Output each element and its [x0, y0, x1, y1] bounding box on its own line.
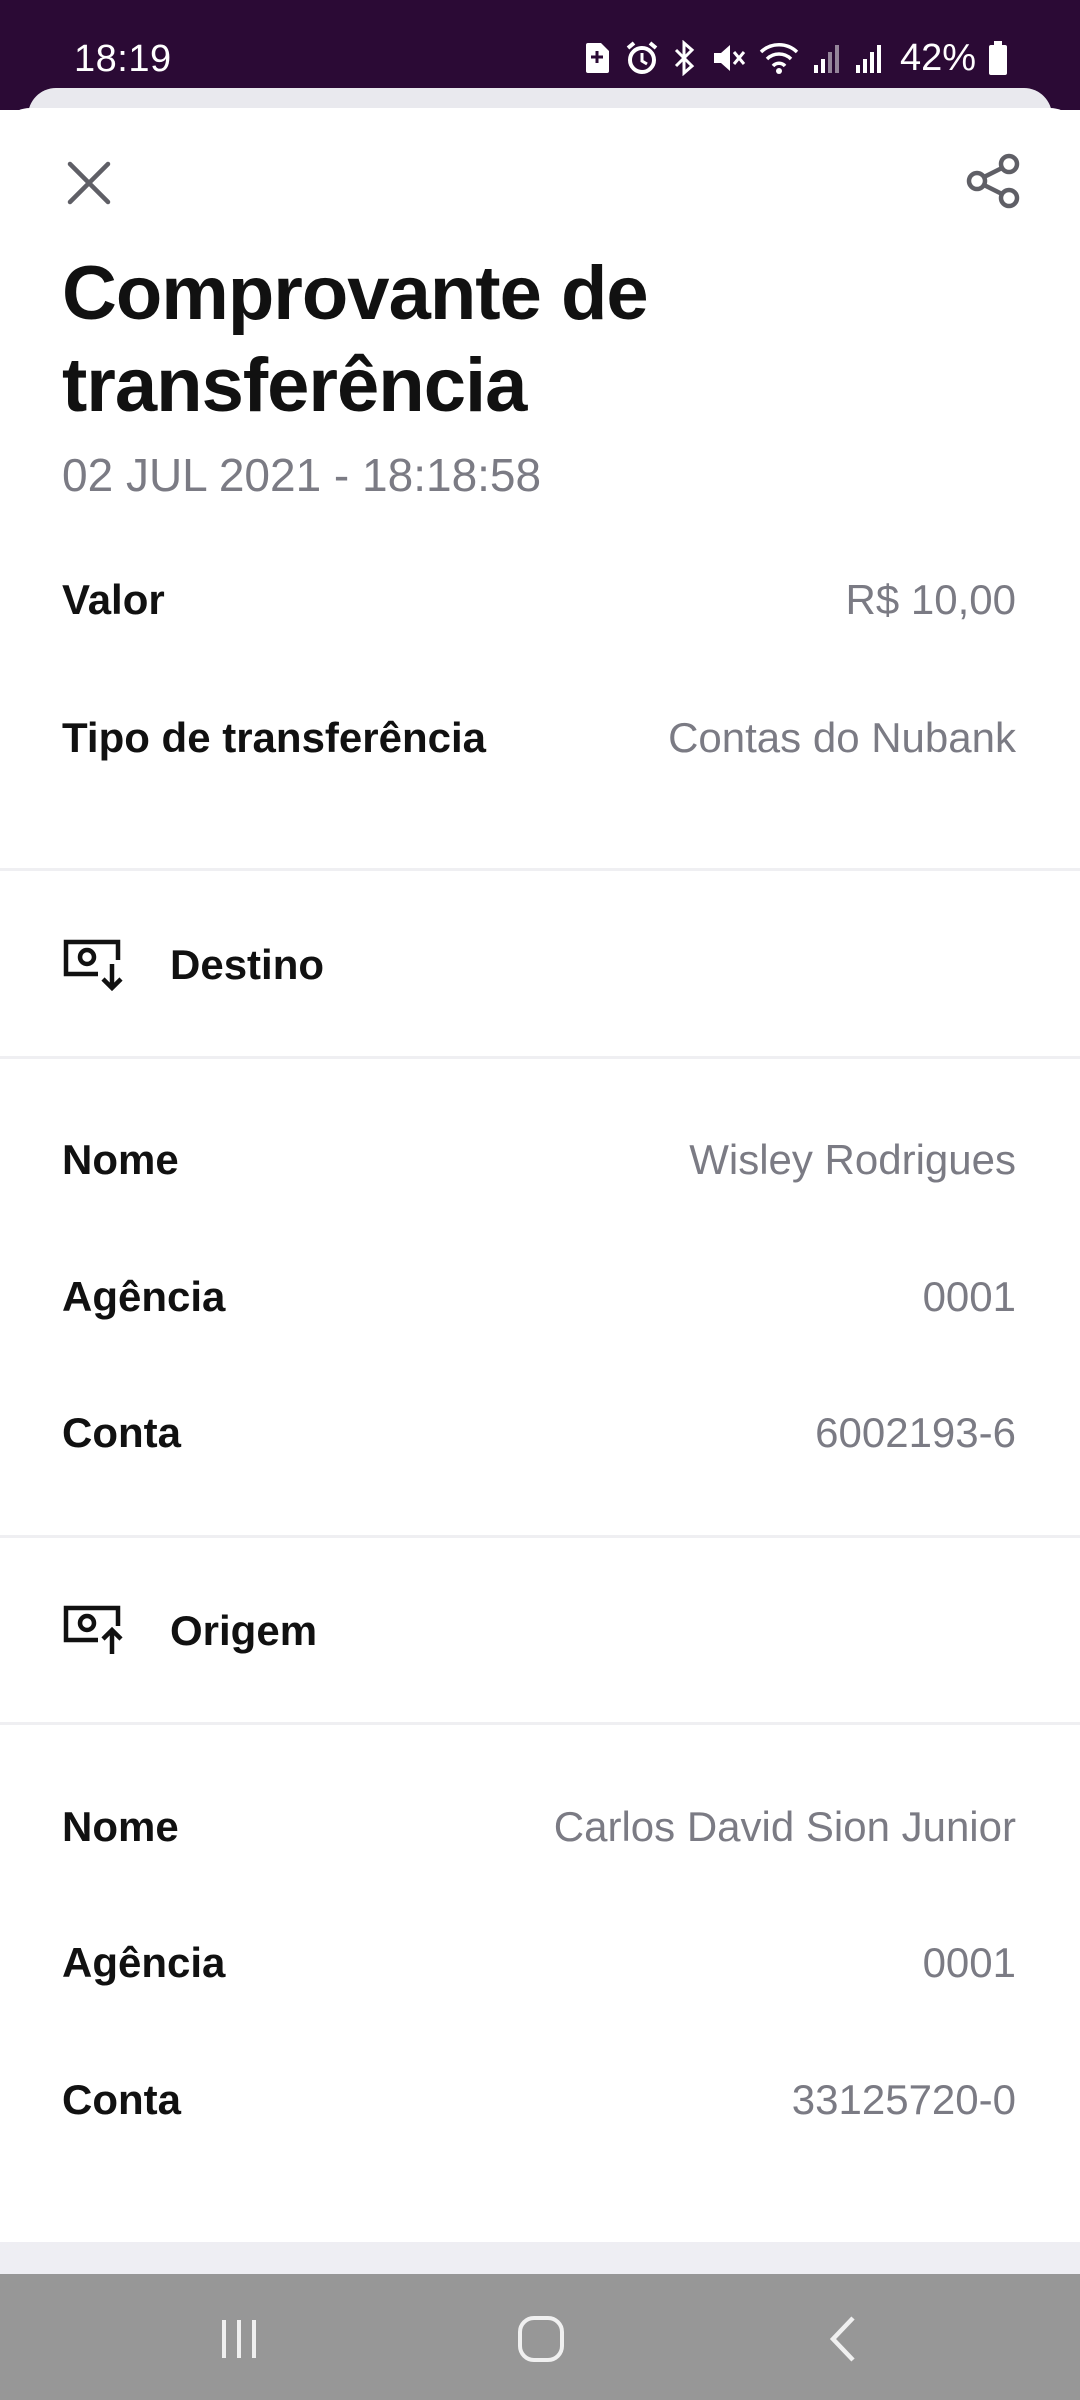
share-button[interactable]	[960, 148, 1026, 214]
destination-agency-row: Agência 0001	[62, 1267, 1016, 1327]
page-title: Comprovante de transferência	[62, 251, 649, 428]
close-button[interactable]	[56, 150, 122, 216]
transfer-type-row: Tipo de transferência Contas do Nubank	[62, 708, 1016, 768]
signal-icon	[855, 45, 881, 73]
mute-icon	[713, 45, 746, 71]
destination-name-row: Nome Wisley Rodrigues	[62, 1130, 1016, 1190]
destination-name-value: Wisley Rodrigues	[689, 1136, 1016, 1183]
share-icon	[966, 153, 1020, 209]
destination-name-label: Nome	[62, 1136, 179, 1183]
home-button[interactable]	[506, 2304, 576, 2374]
divider	[0, 1056, 1080, 1059]
destination-agency-value: 0001	[922, 1273, 1016, 1320]
origin-account-label: Conta	[62, 2076, 181, 2123]
transfer-type-label: Tipo de transferência	[62, 714, 487, 761]
signal-icon	[813, 45, 839, 73]
destination-account-row: Conta 6002193-6	[62, 1403, 1016, 1463]
recent-apps-button[interactable]	[204, 2304, 274, 2374]
origin-agency-label: Agência	[62, 1939, 226, 1986]
divider	[0, 1535, 1080, 1538]
wifi-icon	[759, 43, 799, 74]
destination-account-value: 6002193-6	[815, 1409, 1016, 1456]
back-icon	[829, 2316, 855, 2362]
receipt-sheet: Comprovante de transferência 02 JUL 2021…	[0, 108, 1080, 2240]
destination-agency-label: Agência	[62, 1273, 226, 1320]
origin-account-value: 33125720-0	[791, 2076, 1016, 2123]
status-time: 18:19	[74, 38, 172, 80]
sd-card-icon	[585, 43, 609, 73]
origin-agency-value: 0001	[922, 1939, 1016, 1986]
amount-label: Valor	[62, 576, 165, 623]
status-icons: 42%	[582, 36, 1008, 80]
alarm-icon	[626, 41, 658, 74]
destination-header: Destino	[62, 930, 324, 1000]
bottom-strip	[0, 2242, 1080, 2274]
money-receive-icon	[63, 939, 123, 992]
origin-name-label: Nome	[62, 1803, 179, 1850]
home-icon	[518, 2316, 564, 2362]
origin-account-row: Conta 33125720-0	[62, 2070, 1016, 2130]
navigation-bar	[0, 2274, 1080, 2400]
origin-title: Origem	[170, 1607, 318, 1654]
amount-row: Valor R$ 10,00	[62, 570, 1016, 630]
origin-name-value: Carlos David Sion Junior	[553, 1803, 1016, 1850]
money-send-icon	[63, 1605, 123, 1654]
origin-name-row: Nome Carlos David Sion Junior	[62, 1797, 1016, 1857]
transfer-type-value: Contas do Nubank	[668, 714, 1016, 761]
battery-percentage: 42%	[899, 36, 976, 79]
close-icon	[67, 161, 111, 205]
divider	[0, 868, 1080, 871]
recent-apps-icon	[222, 2320, 256, 2358]
destination-account-label: Conta	[62, 1409, 181, 1456]
bluetooth-icon	[674, 40, 695, 76]
origin-header: Origem	[62, 1596, 317, 1666]
battery-icon	[989, 41, 1007, 75]
origin-agency-row: Agência 0001	[62, 1933, 1016, 1993]
amount-value: R$ 10,00	[845, 576, 1016, 623]
destination-title: Destino	[170, 941, 325, 988]
back-button[interactable]	[808, 2304, 878, 2374]
transfer-datetime: 02 JUL 2021 - 18:18:58	[62, 449, 542, 501]
divider	[0, 1722, 1080, 1725]
